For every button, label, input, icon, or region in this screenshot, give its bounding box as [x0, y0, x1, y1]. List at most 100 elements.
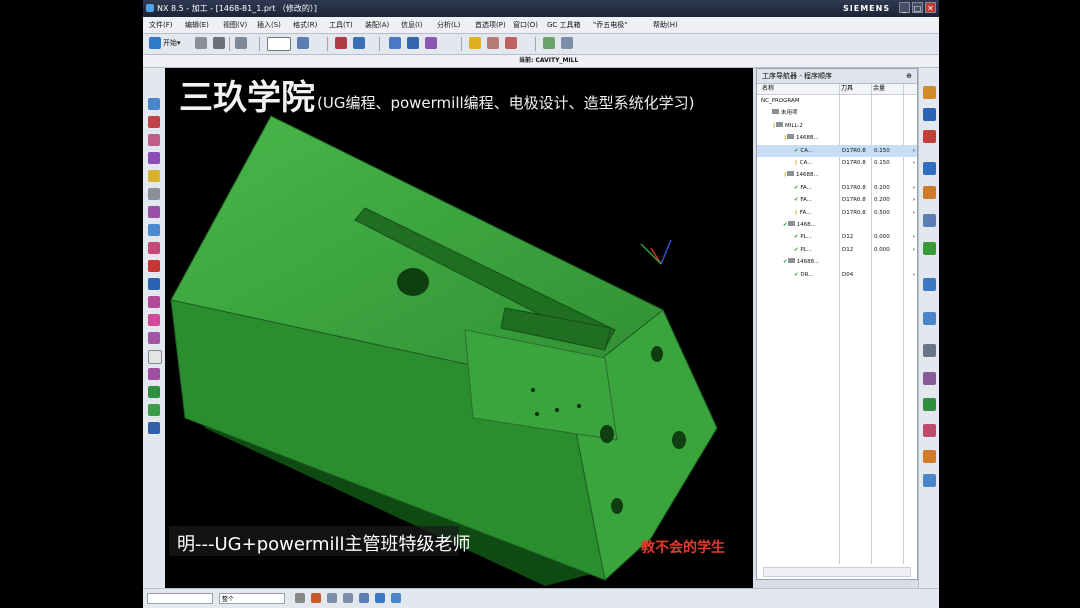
- expand-arrow-icon[interactable]: ›: [913, 194, 915, 206]
- web-browser-icon[interactable]: [923, 278, 936, 291]
- sew-icon[interactable]: [148, 260, 160, 272]
- machine-icon[interactable]: [505, 37, 517, 49]
- navigator-row[interactable]: ✔ DR... D04 ›: [757, 269, 917, 281]
- verify-icon[interactable]: [425, 37, 437, 49]
- menu-item-4[interactable]: 格式(R): [293, 17, 317, 33]
- menu-item-11[interactable]: GC 工具箱: [547, 17, 581, 33]
- menu-item-9[interactable]: 首选项(P): [475, 17, 506, 33]
- roles-icon[interactable]: [923, 424, 936, 437]
- extrude-icon[interactable]: [148, 116, 160, 128]
- feature-icon[interactable]: [148, 98, 160, 110]
- create-tool-icon[interactable]: [353, 37, 365, 49]
- hd3d-icon[interactable]: [923, 242, 936, 255]
- pin-icon[interactable]: ⊕: [906, 69, 912, 83]
- graphics-viewport[interactable]: 三玖学院 (UG编程、powermill编程、电极设计、造型系统化学习) 明--…: [165, 68, 753, 588]
- navigator-row[interactable]: ✔ 1468...: [757, 219, 917, 231]
- expand-arrow-icon[interactable]: ›: [913, 231, 915, 243]
- col-tool[interactable]: 刀具: [841, 84, 853, 94]
- replay-icon[interactable]: [407, 37, 419, 49]
- minimize-button[interactable]: _: [899, 2, 910, 13]
- navigator-row[interactable]: ✔ CA... D17R0.8 0.150 ›: [757, 144, 917, 157]
- report-icon[interactable]: [148, 422, 160, 434]
- navigator-row[interactable]: ✔ FA... D17R0.8 0.200 ›: [757, 182, 917, 194]
- navigator-row[interactable]: ⚷ CA... D17R0.8 0.150 ›: [757, 157, 917, 169]
- snap-icon[interactable]: [295, 593, 305, 603]
- snap-point-icon[interactable]: [311, 593, 321, 603]
- menu-item-2[interactable]: 视图(V): [223, 17, 247, 33]
- maximize-button[interactable]: □: [912, 2, 923, 13]
- navigator-row[interactable]: ⚷ 14688...: [757, 169, 917, 181]
- revolve-icon[interactable]: [148, 134, 160, 146]
- menu-item-10[interactable]: 窗口(O): [513, 17, 538, 33]
- menu-item-3[interactable]: 插入(S): [257, 17, 281, 33]
- postprocess-icon[interactable]: [469, 37, 481, 49]
- constraint-nav-icon[interactable]: [923, 108, 936, 121]
- analysis-icon[interactable]: [148, 332, 160, 344]
- expand-arrow-icon[interactable]: ›: [913, 244, 915, 256]
- assembly-nav-icon[interactable]: [923, 86, 936, 99]
- operation-nav-icon[interactable]: [923, 162, 936, 175]
- view-icon[interactable]: [148, 368, 160, 380]
- process-studio-icon[interactable]: [923, 372, 936, 385]
- palette-icon[interactable]: [923, 474, 936, 487]
- navigator-row[interactable]: 未用项: [757, 107, 917, 119]
- col-name[interactable]: 名称: [762, 84, 774, 94]
- expand-arrow-icon[interactable]: ›: [913, 182, 915, 194]
- arc-center-icon[interactable]: [375, 593, 385, 603]
- menu-item-6[interactable]: 装配(A): [365, 17, 389, 33]
- navigator-row[interactable]: ✔ FA... D17R0.8 0.200 ›: [757, 194, 917, 206]
- navigator-row[interactable]: NC_PROGRAM: [757, 95, 917, 107]
- col-stock[interactable]: 余量: [873, 84, 885, 94]
- hole-icon[interactable]: [148, 170, 160, 182]
- expand-arrow-icon[interactable]: ›: [913, 269, 915, 281]
- menu-item-0[interactable]: 文件(F): [149, 17, 173, 33]
- menu-item-1[interactable]: 编辑(E): [185, 17, 209, 33]
- part-nav-icon[interactable]: [923, 130, 936, 143]
- manufacturing-wizard-icon[interactable]: [923, 398, 936, 411]
- layout-icon[interactable]: [543, 37, 555, 49]
- endpoint-icon[interactable]: [327, 593, 337, 603]
- zoom-icon[interactable]: [561, 37, 573, 49]
- history-icon[interactable]: [923, 312, 936, 325]
- menu-item-7[interactable]: 信息(I): [401, 17, 423, 33]
- control-point-icon[interactable]: [359, 593, 369, 603]
- midpoint-icon[interactable]: [343, 593, 353, 603]
- start-menu-button[interactable]: 开始▾: [163, 38, 181, 48]
- measure-icon[interactable]: [148, 296, 160, 308]
- stock-icon[interactable]: [148, 404, 160, 416]
- navigator-row[interactable]: ✔ PL... D12 0.000 ›: [757, 231, 917, 243]
- system-scene-icon[interactable]: [923, 450, 936, 463]
- simulate-icon[interactable]: [148, 386, 160, 398]
- system-materials-icon[interactable]: [923, 344, 936, 357]
- close-button[interactable]: ✕: [925, 2, 936, 13]
- undo-icon[interactable]: [235, 37, 247, 49]
- chamfer-icon[interactable]: [148, 206, 160, 218]
- expand-arrow-icon[interactable]: ›: [913, 157, 915, 169]
- boolean-icon[interactable]: [148, 152, 160, 164]
- navigator-row[interactable]: ⚷ 14688...: [757, 132, 917, 144]
- render-style-icon[interactable]: [297, 37, 309, 49]
- create-program-icon[interactable]: [335, 37, 347, 49]
- info-icon[interactable]: [148, 278, 160, 290]
- menu-item-12[interactable]: "乔五电极": [593, 17, 627, 33]
- offset-icon[interactable]: [148, 224, 160, 236]
- navigator-row[interactable]: ✔ PL... D12 0.000 ›: [757, 244, 917, 256]
- type-filter-combo[interactable]: [147, 593, 213, 604]
- navigator-row[interactable]: ⚷ FA... D17R0.8 0.500 ›: [757, 207, 917, 219]
- expand-arrow-icon[interactable]: ›: [913, 207, 915, 219]
- generate-toolpath-icon[interactable]: [389, 37, 401, 49]
- reuse-library-icon[interactable]: [923, 214, 936, 227]
- selection-scope-combo[interactable]: 整个: [219, 593, 285, 604]
- selection-filter-combo[interactable]: [267, 37, 291, 51]
- expand-arrow-icon[interactable]: ›: [913, 145, 915, 157]
- edge-blend-icon[interactable]: [148, 188, 160, 200]
- trim-icon[interactable]: [148, 242, 160, 254]
- navigator-row[interactable]: ⚷ MILL-2: [757, 120, 917, 132]
- menu-item-8[interactable]: 分析(L): [437, 17, 460, 33]
- open-icon[interactable]: [195, 37, 207, 49]
- layer-icon[interactable]: [148, 350, 162, 364]
- start-icon[interactable]: [149, 37, 161, 49]
- machine-tool-icon[interactable]: [923, 186, 936, 199]
- horizontal-scrollbar[interactable]: [763, 567, 911, 577]
- section-icon[interactable]: [148, 314, 160, 326]
